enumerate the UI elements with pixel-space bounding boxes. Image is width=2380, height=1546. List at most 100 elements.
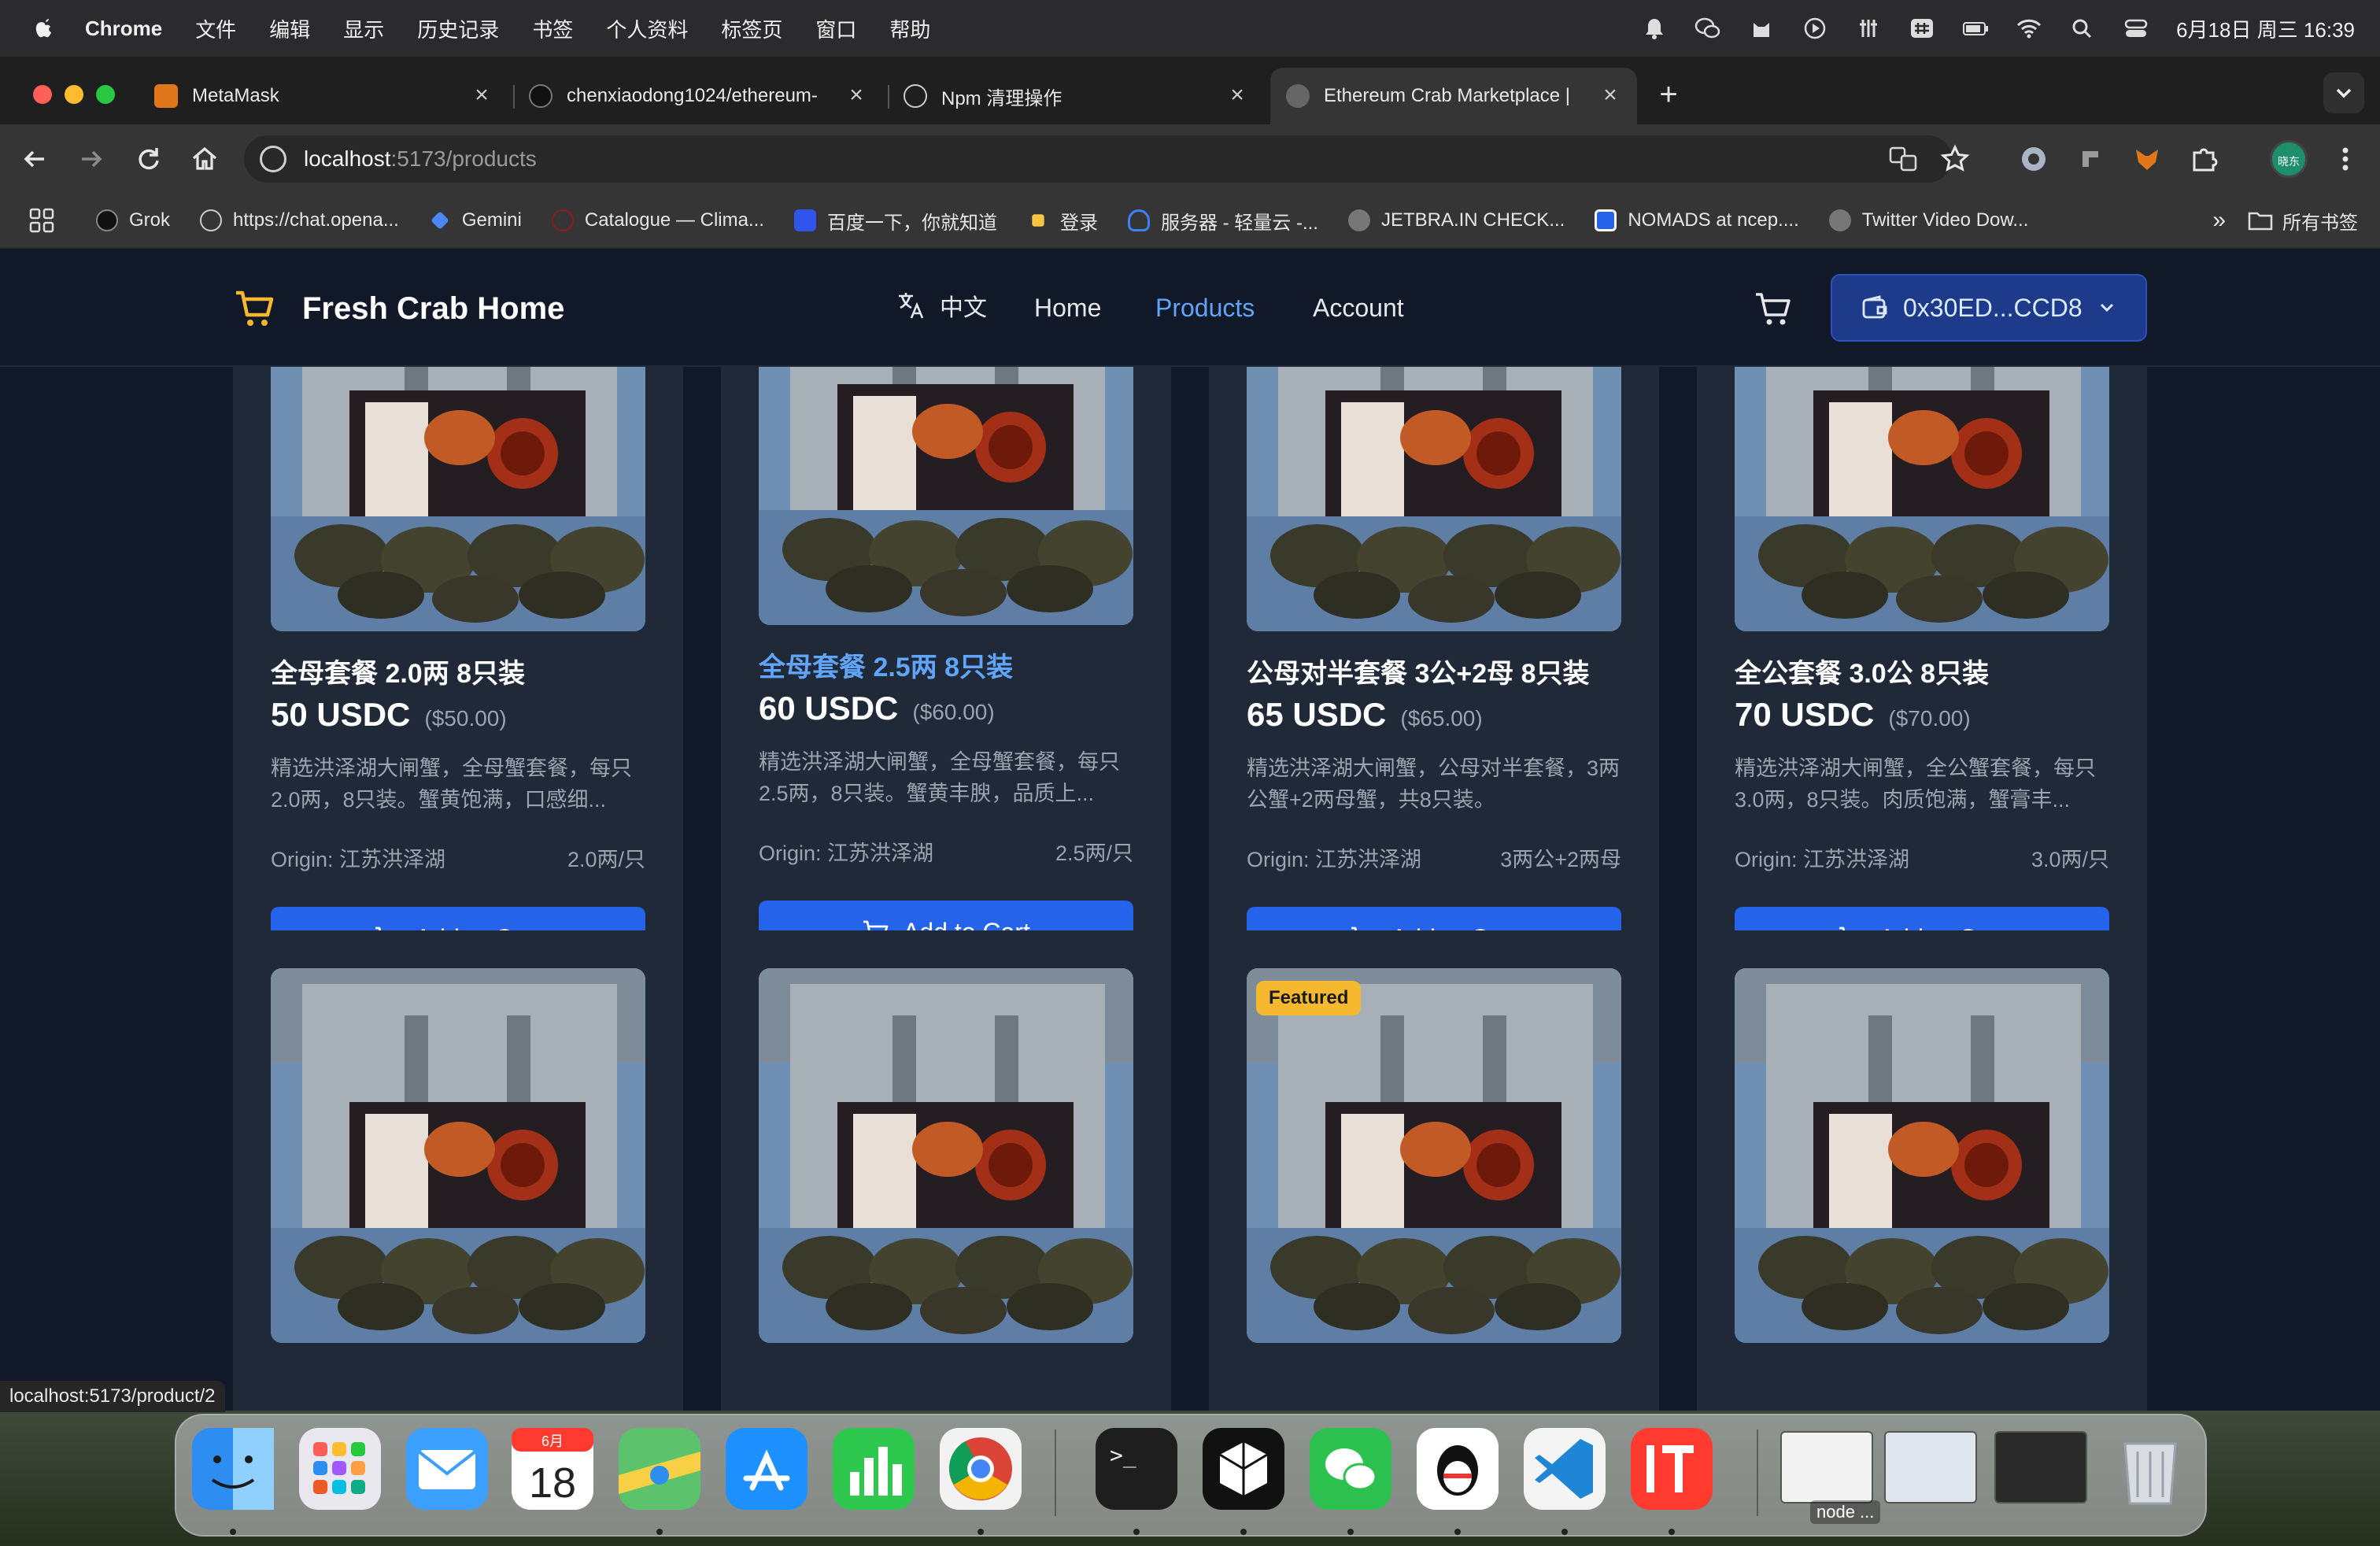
all-bookmarks-folder[interactable]: 所有书签: [2248, 207, 2358, 235]
language-toggle-button[interactable]: 中文: [896, 288, 987, 323]
bookmark-climate-catalogue[interactable]: Catalogue — Clima...: [551, 209, 764, 231]
dock-chrome-icon[interactable]: [940, 1428, 1022, 1510]
wallet-connect-button[interactable]: 0x30ED...CCD8: [1831, 274, 2147, 342]
bookmark-grok[interactable]: Grok: [96, 209, 170, 231]
bookmark-login[interactable]: 登录: [1027, 207, 1098, 235]
bookmark-gemini[interactable]: Gemini: [429, 209, 522, 231]
dock-minimized-window-thumbnail[interactable]: [1780, 1431, 1873, 1503]
address-bar[interactable]: localhost :5173/products: [244, 135, 1952, 183]
menu-app-name[interactable]: Chrome: [85, 17, 162, 41]
menu-history[interactable]: 历史记录: [417, 14, 499, 43]
nav-account[interactable]: Account: [1313, 288, 1404, 327]
cart-icon[interactable]: [1754, 288, 1794, 329]
dock-numbers-icon[interactable]: [833, 1428, 915, 1510]
input-method-icon[interactable]: [1909, 17, 1935, 40]
menu-help[interactable]: 帮助: [889, 14, 930, 43]
profile-avatar[interactable]: 晓东: [2270, 140, 2308, 178]
bookmark-baidu[interactable]: 百度一下，你就知道: [793, 207, 997, 235]
product-card[interactable]: [1697, 930, 2147, 1411]
bookmark-jetbra[interactable]: JETBRA.IN CHECK...: [1347, 209, 1565, 231]
menu-profiles[interactable]: 个人资料: [606, 14, 688, 43]
extensions-puzzle-icon[interactable]: [2186, 142, 2221, 176]
dock-cube-app-icon[interactable]: [1203, 1428, 1284, 1510]
forward-arrow-icon[interactable]: [74, 142, 109, 176]
back-arrow-icon[interactable]: [17, 142, 52, 176]
product-image[interactable]: [271, 968, 645, 1343]
dock-maps-icon[interactable]: [619, 1428, 700, 1510]
dock-launchpad-icon[interactable]: [299, 1428, 381, 1510]
tab-close-icon[interactable]: ×: [469, 83, 494, 109]
dock-finder-icon[interactable]: [192, 1428, 274, 1510]
tab-close-icon[interactable]: ×: [1598, 83, 1623, 109]
product-name[interactable]: 公母对半套餐 3公+2母 8只装: [1247, 652, 1589, 690]
cat-status-icon[interactable]: [1748, 17, 1775, 40]
new-tab-plus-icon[interactable]: +: [1650, 77, 1687, 115]
menu-edit[interactable]: 编辑: [269, 14, 310, 43]
more-bookmarks-chevron-icon[interactable]: »: [2212, 207, 2226, 234]
extension-tool-icon[interactable]: [2073, 142, 2108, 176]
nav-home[interactable]: Home: [1034, 288, 1101, 327]
menu-file[interactable]: 文件: [195, 14, 236, 43]
site-info-icon[interactable]: [260, 146, 286, 172]
notification-bell-icon[interactable]: [1641, 17, 1668, 40]
tab-search-chevron-icon[interactable]: [2323, 72, 2364, 113]
apple-logo-icon[interactable]: [31, 14, 57, 43]
product-image[interactable]: Featured: [1247, 968, 1621, 1343]
shopping-cart-logo-icon[interactable]: [233, 287, 277, 331]
extension-shield-icon[interactable]: [2016, 142, 2051, 176]
product-name[interactable]: 全母套餐 2.5两 8只装: [759, 645, 1013, 684]
bookmark-twitter-video[interactable]: Twitter Video Dow...: [1828, 209, 2028, 231]
product-image[interactable]: [1735, 968, 2109, 1343]
site-brand-name[interactable]: Fresh Crab Home: [302, 287, 564, 331]
apps-grid-icon[interactable]: [28, 207, 55, 234]
translate-icon[interactable]: [1886, 142, 1920, 176]
menu-window[interactable]: 窗口: [815, 14, 856, 43]
bookmark-nomads[interactable]: NOMADS at ncep....: [1595, 209, 1799, 231]
dock-listen-app-icon[interactable]: [1631, 1428, 1713, 1510]
product-card[interactable]: [721, 930, 1171, 1411]
kebab-menu-icon[interactable]: [2328, 142, 2363, 176]
dock-calendar-icon[interactable]: 6月 18: [512, 1428, 593, 1510]
tab-close-icon[interactable]: ×: [844, 83, 869, 109]
bookmark-lightweight-cloud[interactable]: 服务器 - 轻量云 -...: [1127, 207, 1318, 235]
home-icon[interactable]: [187, 142, 222, 176]
nav-products[interactable]: Products: [1155, 288, 1255, 327]
play-status-icon[interactable]: [1802, 17, 1828, 40]
dock-qq-icon[interactable]: [1417, 1428, 1499, 1510]
dock-wechat-icon[interactable]: [1310, 1428, 1391, 1510]
product-card[interactable]: Featured: [1209, 930, 1659, 1411]
dock-mail-icon[interactable]: [406, 1428, 488, 1510]
product-card[interactable]: [233, 930, 683, 1411]
tab-metamask[interactable]: MetaMask ×: [139, 68, 508, 124]
reload-icon[interactable]: [131, 142, 165, 176]
menu-view[interactable]: 显示: [343, 14, 384, 43]
dock-vscode-icon[interactable]: [1524, 1428, 1606, 1510]
product-image[interactable]: [759, 968, 1133, 1343]
product-name[interactable]: 全公套餐 3.0公 8只装: [1735, 652, 1989, 690]
spotlight-search-icon[interactable]: [2069, 17, 2096, 40]
window-close-button[interactable]: [33, 85, 52, 104]
dock-terminal-icon[interactable]: >_: [1096, 1428, 1177, 1510]
window-zoom-button[interactable]: [96, 85, 115, 104]
dock-minimized-window-thumbnail[interactable]: [1994, 1431, 2087, 1503]
wifi-icon[interactable]: [2016, 17, 2042, 40]
baidu-paw-icon: [793, 209, 816, 231]
tab-npm-cleanup[interactable]: Npm 清理操作 ×: [888, 68, 1264, 124]
bookmark-chatgpt[interactable]: https://chat.opena...: [200, 209, 399, 231]
network-tool-icon[interactable]: [1855, 17, 1882, 40]
wechat-status-icon[interactable]: [1694, 17, 1721, 40]
product-name[interactable]: 全母套餐 2.0两 8只装: [271, 652, 525, 690]
dock-app-store-icon[interactable]: [726, 1428, 808, 1510]
menubar-datetime[interactable]: 6月18日 周三 16:39: [2176, 14, 2355, 43]
tab-crab-marketplace[interactable]: Ethereum Crab Marketplace | ×: [1270, 68, 1637, 124]
dock-minimized-window-thumbnail[interactable]: [1884, 1431, 1977, 1503]
dock-trash-icon[interactable]: [2109, 1428, 2191, 1510]
tab-github-repo[interactable]: chenxiaodong1024/ethereum- ×: [513, 68, 883, 124]
metamask-fox-icon[interactable]: [2130, 142, 2164, 176]
bookmark-star-icon[interactable]: [1938, 142, 1972, 176]
tab-close-icon[interactable]: ×: [1225, 83, 1250, 109]
menu-tabs[interactable]: 标签页: [721, 14, 782, 43]
menu-bookmarks[interactable]: 书签: [532, 14, 573, 43]
window-minimize-button[interactable]: [65, 85, 83, 104]
control-center-icon[interactable]: [2123, 17, 2149, 40]
